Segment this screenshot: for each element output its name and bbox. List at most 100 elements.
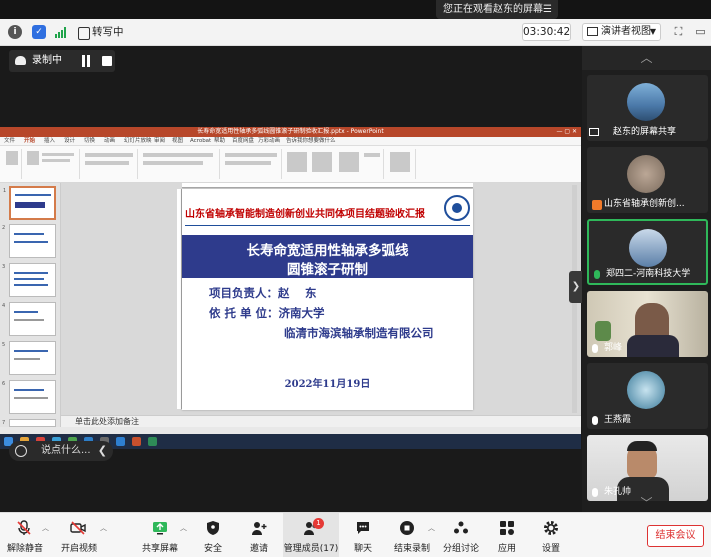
ppt-ribbon-tabs: 文件 开始 插入 设计 切换 动画 幻灯片放映 审阅 视图 Acrobat 帮助… [0, 137, 581, 146]
chevron-down-icon[interactable]: ﹀ [582, 495, 711, 512]
participant-name: 郭峰 [589, 342, 622, 355]
slide-title-band: 长寿命宽适用性轴承多弧线 圆锥滚子研制 [182, 235, 473, 278]
slide-thumbnail[interactable]: 5 [2, 341, 56, 375]
ppt-tab: Acrobat [190, 138, 212, 144]
current-slide: 山东省轴承智能制造创新创业共同体项目结题验收汇报 长寿命宽适用性轴承多弧线 圆锥… [182, 189, 473, 410]
slide-thumbnail[interactable]: 1 [3, 186, 56, 220]
meeting-timer: 03:30:42 [522, 23, 571, 41]
stop-recording-label: 结束录制 [393, 544, 430, 554]
ribbon-group [386, 149, 416, 179]
slide-header: 山东省轴承智能制造创新创业共同体项目结题验收汇报 [182, 193, 473, 227]
mic-muted-icon [17, 520, 31, 535]
mic-icon [592, 344, 598, 353]
emoji-icon[interactable] [15, 445, 27, 457]
ppt-tab: 幻灯片放映 [124, 138, 152, 144]
participant-tile[interactable]: 朱孔帅 [587, 435, 708, 501]
viewing-notice-text: 您正在观看赵东的屏幕 [443, 4, 543, 15]
layout-icon [587, 27, 598, 36]
ppt-tab: 审阅 [154, 138, 166, 144]
chevron-down-icon: ▼ [649, 27, 656, 36]
participant-tile-active-speaker[interactable]: 郑四二-河南科技大学 [587, 219, 708, 285]
avatar [627, 155, 665, 193]
top-toolbar: i ✓ 转写中 03:30:42 演讲者视图 ▼ ⛶ ▭ [0, 19, 711, 46]
chevron-up-icon[interactable]: ︿ [428, 523, 435, 533]
breakout-icon [454, 521, 468, 534]
participant-tile[interactable]: 赵东的屏幕共享 [587, 75, 708, 141]
slide-thumbnail[interactable]: 4 [2, 302, 56, 336]
record-icon [400, 521, 414, 535]
project-leader: 项目负责人：赵 东 [209, 286, 317, 300]
security-button[interactable]: 安全 [198, 513, 228, 557]
manage-members-button[interactable]: 1 管理成员(17) [283, 513, 339, 557]
participant-name-text: 郭峰 [604, 343, 623, 353]
partner-company: 临清市海滨轴承制造有限公司 [284, 326, 434, 340]
slide-thumbnail[interactable]: 6 [2, 380, 56, 414]
participant-name: 王燕霞 [589, 414, 631, 427]
slide-thumbnail[interactable]: 3 [2, 263, 56, 297]
chevron-up-icon[interactable]: ︿ [42, 523, 49, 533]
stop-recording-button[interactable]: ︿ 结束录制 [388, 513, 436, 557]
slide-title-line2: 圆锥滚子研制 [287, 262, 368, 278]
chat-button[interactable]: 聊天 [348, 513, 378, 557]
chevron-left-icon[interactable]: ❮ [98, 441, 107, 461]
participant-name: 赵东的屏幕共享 [589, 126, 676, 139]
participants-panel: ︿ 赵东的屏幕共享 山东省轴承创新创... 郑四二-河南科技大学 郭峰 王燕霞 … [582, 46, 711, 512]
ppt-tab: 帮助 [214, 138, 226, 144]
chevron-up-icon[interactable]: ︿ [180, 523, 187, 533]
ppt-title-bar: 长寿命宽适用性轴承多弧线圆锥滚子研制验收汇报.pptx - PowerPoint… [0, 127, 581, 137]
thumb-number: 2 [2, 225, 6, 231]
settings-button[interactable]: 设置 [536, 513, 566, 557]
invite-button[interactable]: 邀请 [244, 513, 274, 557]
ppt-status-bar [0, 427, 581, 434]
shield-icon[interactable]: ✓ [32, 25, 46, 39]
slide-title-line1: 长寿命宽适用性轴承多弧线 [246, 243, 409, 259]
notes-pane[interactable]: 单击此处添加备注 [61, 415, 581, 427]
ribbon-group [24, 149, 80, 179]
chevron-up-icon[interactable]: ︿ [100, 523, 107, 533]
thumb-number: 1 [3, 188, 7, 194]
slide-thumbnail[interactable]: 2 [2, 224, 56, 258]
participant-tile[interactable]: 王燕霞 [587, 363, 708, 429]
viewing-notice[interactable]: 您正在观看赵东的屏幕 ☰ [436, 0, 558, 19]
chat-input-bubble[interactable]: 说点什么... ❮ [9, 441, 113, 461]
user-icon [592, 200, 602, 210]
unmute-button[interactable]: ︿ 解除静音 [2, 513, 49, 557]
ribbon-group [140, 149, 220, 179]
participant-name-text: 王燕霞 [604, 415, 632, 425]
transcribe-label: 转写中 [92, 26, 124, 38]
view-mode-dropdown[interactable]: 演讲者视图 ▼ [582, 23, 661, 41]
ppt-tab: 开始 [24, 138, 36, 144]
window-icon[interactable]: ▭ [694, 25, 707, 38]
participant-name-text: 郑四二-河南科技大学 [606, 269, 691, 279]
ribbon-group [82, 149, 138, 179]
university-logo [444, 195, 470, 221]
signal-icon[interactable] [55, 27, 67, 38]
info-icon[interactable]: i [8, 25, 22, 39]
chevron-up-icon[interactable]: ︿ [582, 46, 711, 70]
transcribe-button[interactable]: 转写中 [78, 24, 124, 41]
ppt-ribbon [0, 146, 581, 183]
ppt-tab: 文件 [4, 138, 16, 144]
thumb-number: 3 [2, 264, 6, 270]
stop-recording-button[interactable] [102, 56, 112, 66]
ppt-tab: 插入 [44, 138, 56, 144]
participant-tile[interactable]: 郭峰 [587, 291, 708, 357]
meeting-toolbar: ︿ 解除静音 ︿ 开启视频 ︿ 共享屏幕 安全 邀请 1 管理成员(17) 聊天… [0, 512, 711, 557]
start-video-button[interactable]: ︿ 开启视频 [56, 513, 107, 557]
participant-tile[interactable]: 山东省轴承创新创... [587, 147, 708, 213]
fullscreen-icon[interactable]: ⛶ [672, 25, 685, 38]
end-meeting-button[interactable]: 结束会议 [647, 525, 704, 547]
gear-icon [544, 521, 558, 535]
menu-icon[interactable]: ☰ [543, 0, 552, 19]
share-screen-button[interactable]: ︿ 共享屏幕 [140, 513, 187, 557]
participant-name-text: 赵东的屏幕共享 [613, 127, 677, 137]
thumb-number: 4 [2, 303, 6, 309]
slide-thumbnail[interactable]: 7 [2, 419, 56, 427]
ppt-tab: 万彩动画 [258, 138, 281, 144]
apps-button[interactable]: 应用 [492, 513, 522, 557]
participant-name: 郑四二-河南科技大学 [591, 268, 690, 281]
pause-recording-button[interactable] [80, 55, 92, 67]
breakout-rooms-button[interactable]: 分组讨论 [440, 513, 482, 557]
collapse-panel-button[interactable]: ❯ [569, 271, 583, 303]
excel-icon [148, 437, 157, 446]
